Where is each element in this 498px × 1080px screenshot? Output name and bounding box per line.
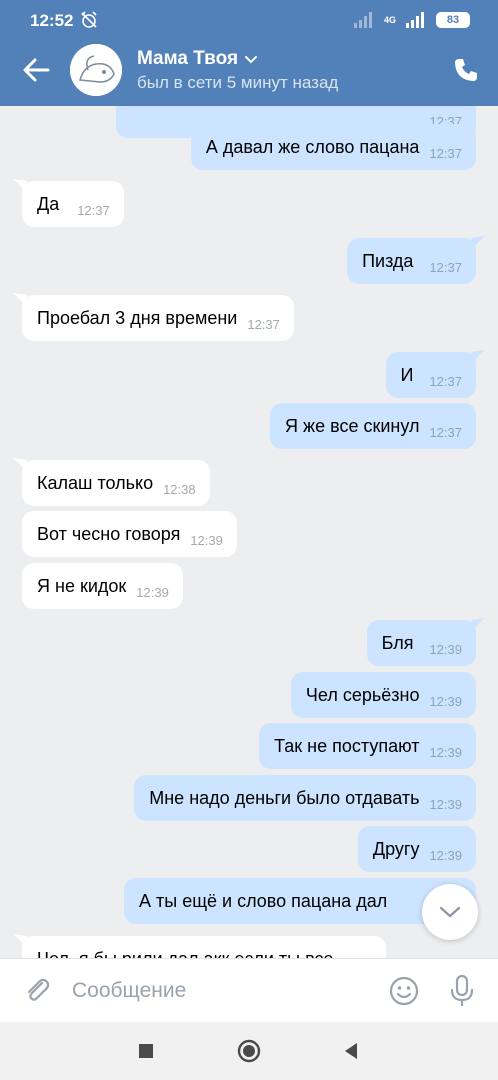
message-time: 12:39 <box>429 744 462 760</box>
message-text: Чел серьёзно <box>305 684 420 705</box>
avatar-image <box>70 44 122 96</box>
message-text: Так не поступают <box>274 735 420 756</box>
bubble-tail <box>13 293 27 309</box>
recent-apps-icon[interactable] <box>134 1039 158 1063</box>
bubble-tail <box>471 350 485 366</box>
message-bubble-incoming[interactable]: Проебал 3 дня времени 12:37 <box>13 293 294 341</box>
message-bubble-outgoing[interactable]: Так не поступают 12:39 <box>259 723 476 769</box>
chevron-down-icon <box>245 56 258 64</box>
message-text: Чел, я бы рили дал акк если ты все <box>37 949 333 959</box>
message-text: Пизда <box>362 250 414 271</box>
message-text: Я же все скинул <box>285 415 420 436</box>
message-time: 12:37 <box>247 316 280 332</box>
message-time: 12:39 <box>429 693 462 709</box>
message-text: А давал же слово пацана <box>205 136 420 157</box>
avatar[interactable] <box>70 44 122 96</box>
chevron-down-icon <box>439 906 461 918</box>
bubble-tail <box>13 458 27 474</box>
message-bubble-outgoing[interactable]: Я же все скинул 12:37 <box>270 403 476 449</box>
message-bubble-outgoing[interactable]: Мне надо деньги было отдавать 12:39 <box>134 775 476 821</box>
system-nav-bar <box>0 1022 498 1080</box>
message-text: Другу <box>372 838 420 859</box>
message-text: Я не кидок <box>37 575 127 596</box>
signal-icon <box>353 12 372 28</box>
chat-header: 12:52 4G 83 Мама Твоя был в сети 5 минут… <box>0 0 498 106</box>
message-input[interactable] <box>62 967 372 1015</box>
message-time: 12:39 <box>429 641 462 657</box>
message-list[interactable]: 12:37 А давал же слово пацана 12:37 Да 1… <box>0 106 498 958</box>
message-text: Вот чесно говоря <box>37 523 181 544</box>
message-text: И <box>400 364 414 385</box>
network-type: 4G <box>383 15 396 25</box>
contact-status: был в сети 5 минут назад <box>137 73 339 92</box>
message-bubble-incoming[interactable]: Калаш только 12:38 <box>13 458 210 506</box>
message-text: А ты ещё и слово пацана дал <box>139 890 388 911</box>
battery-level: 83 <box>446 14 460 26</box>
contact-name-text: Мама Твоя <box>137 48 239 69</box>
message-bubble-incoming[interactable]: Да 12:37 <box>13 179 124 227</box>
message-bubble-outgoing[interactable]: Другу 12:39 <box>357 826 476 872</box>
message-time: 12:39 <box>190 532 223 548</box>
status-icons: 4G 83 <box>353 12 470 28</box>
message-text: Бля <box>381 632 414 653</box>
message-bubble-outgoing[interactable]: Чел серьёзно 12:39 <box>290 672 476 718</box>
message-time: 12:37 <box>429 259 462 275</box>
bubble-tail <box>471 618 485 634</box>
message-bubble-outgoing[interactable]: И 12:37 <box>385 350 485 398</box>
signal-full-icon <box>406 12 424 28</box>
message-bubble-outgoing[interactable]: Бля 12:39 <box>366 618 485 666</box>
bubble-tail <box>13 934 27 950</box>
back-triangle-icon[interactable] <box>340 1039 364 1063</box>
scroll-down-button[interactable] <box>422 884 478 940</box>
message-text: Калаш только <box>37 472 154 493</box>
microphone-icon[interactable] <box>448 974 476 1008</box>
message-time: 12:37 <box>429 424 462 440</box>
message-bubble-outgoing[interactable]: Пизда 12:37 <box>347 236 485 284</box>
message-composer <box>0 958 498 1022</box>
battery-icon: 83 <box>436 12 470 28</box>
message-bubble-outgoing[interactable]: А давал же слово пацана 12:37 <box>190 124 476 170</box>
message-time: 12:38 <box>163 481 196 497</box>
message-time: 12:37 <box>429 373 462 389</box>
message-time: 12:37 <box>77 202 110 218</box>
message-text: Проебал 3 дня времени <box>37 307 238 328</box>
message-bubble-incoming[interactable]: Я не кидок 12:39 <box>22 563 183 609</box>
message-time: 12:39 <box>429 796 462 812</box>
home-icon[interactable] <box>237 1039 261 1063</box>
contact-name[interactable]: Мама Твоя <box>137 48 258 70</box>
message-bubble-incoming[interactable]: Вот чесно говоря 12:39 <box>22 511 237 557</box>
alarm-off-icon <box>81 11 97 28</box>
message-time: 12:37 <box>429 145 462 161</box>
smiley-icon[interactable] <box>388 975 420 1007</box>
message-time: 12:39 <box>429 847 462 863</box>
bubble-tail <box>471 236 485 252</box>
message-text: Да <box>37 193 60 214</box>
bubble-tail <box>13 179 27 195</box>
paperclip-icon[interactable] <box>22 975 52 1005</box>
status-bar: 12:52 4G 83 <box>0 0 498 40</box>
message-time: 12:39 <box>136 584 169 600</box>
phone-icon[interactable] <box>452 56 480 84</box>
message-text: Мне надо деньги было отдавать <box>149 787 420 808</box>
message-bubble-incoming[interactable]: Чел, я бы рили дал акк если ты все <box>13 934 386 959</box>
status-time: 12:52 <box>30 11 74 30</box>
arrow-left-icon[interactable] <box>20 54 52 86</box>
